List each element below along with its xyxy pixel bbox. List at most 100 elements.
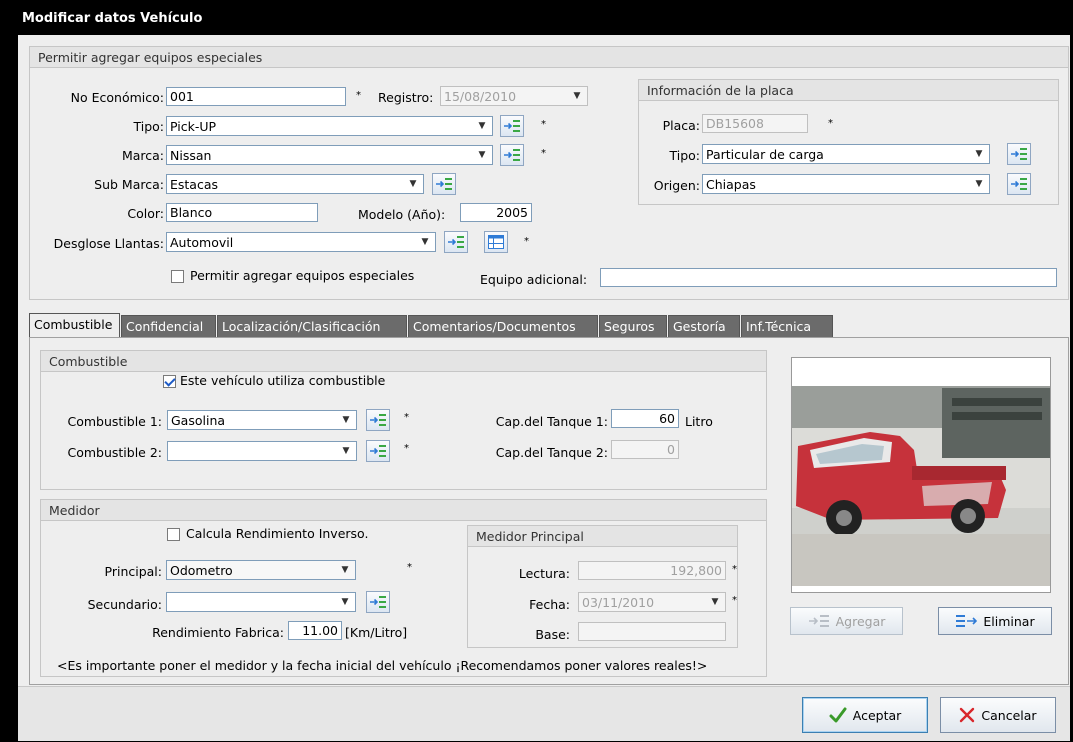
fecha-datepicker[interactable]: 03/11/2010 ▼ bbox=[578, 592, 726, 612]
required-mark: * bbox=[404, 412, 409, 423]
add-catalog-icon bbox=[436, 178, 452, 190]
marca-select[interactable]: Nissan ▼ bbox=[166, 145, 493, 165]
origen-value: Chiapas bbox=[706, 177, 756, 192]
tank1-unit: Litro bbox=[685, 414, 713, 429]
chevron-down-icon: ▼ bbox=[975, 149, 983, 159]
tab-localizacion[interactable]: Localización/Clasificación bbox=[217, 315, 407, 339]
add-catalog-icon bbox=[370, 414, 386, 426]
tank2-label: Cap.del Tanque 2: bbox=[495, 445, 608, 460]
marca-label: Marca: bbox=[121, 148, 164, 163]
chevron-down-icon: ▼ bbox=[409, 179, 417, 189]
llantas-value: Automovil bbox=[170, 235, 234, 250]
principal-label: Principal: bbox=[104, 564, 162, 579]
add-catalog-icon bbox=[1011, 148, 1027, 160]
remove-list-icon bbox=[956, 615, 978, 627]
no-economico-input[interactable]: 001 bbox=[166, 87, 346, 106]
placa-input[interactable]: DB15608 bbox=[702, 114, 808, 133]
cancelar-label: Cancelar bbox=[981, 707, 1037, 723]
submarca-value: Estacas bbox=[170, 177, 219, 192]
medidor-principal-title: Medidor Principal bbox=[476, 529, 584, 544]
eliminar-label: Eliminar bbox=[983, 613, 1035, 629]
agregar-photo-button[interactable]: Agregar bbox=[790, 607, 903, 635]
base-input[interactable] bbox=[578, 622, 726, 641]
add-comb1-button[interactable] bbox=[366, 409, 390, 431]
required-mark: * bbox=[541, 148, 546, 159]
registro-datepicker[interactable]: 15/08/2010 ▼ bbox=[440, 86, 588, 106]
add-submarca-button[interactable] bbox=[432, 173, 456, 195]
equipo-adicional-label: Equipo adicional: bbox=[480, 272, 588, 287]
origen-select[interactable]: Chiapas ▼ bbox=[702, 174, 990, 194]
principal-value: Odometro bbox=[170, 563, 233, 578]
add-secundario-button[interactable] bbox=[366, 591, 390, 613]
tab-inf-tecnica[interactable]: Inf.Técnica bbox=[741, 315, 833, 339]
add-catalog-icon bbox=[504, 149, 520, 161]
principal-select[interactable]: Odometro ▼ bbox=[166, 560, 356, 580]
equipos-checkbox[interactable] bbox=[171, 270, 184, 283]
checkmark-icon bbox=[829, 707, 847, 723]
inverse-checkbox[interactable] bbox=[167, 528, 180, 541]
medidor-principal-header: Medidor Principal bbox=[468, 526, 737, 547]
required-mark: * bbox=[404, 443, 409, 454]
no-economico-label: No Económico: bbox=[70, 90, 164, 105]
tab-combustible[interactable]: Combustible bbox=[29, 313, 120, 339]
chevron-down-icon: ▼ bbox=[711, 597, 719, 607]
submarca-select[interactable]: Estacas ▼ bbox=[166, 174, 424, 194]
equipo-adicional-input[interactable] bbox=[600, 268, 1057, 287]
add-llantas-button[interactable] bbox=[444, 231, 468, 253]
uses-fuel-checkbox[interactable] bbox=[163, 375, 176, 388]
add-catalog-icon bbox=[370, 445, 386, 457]
tab-confidencial[interactable]: Confidencial bbox=[121, 315, 216, 339]
tank1-input[interactable]: 60 bbox=[611, 409, 679, 428]
add-catalog-icon bbox=[504, 120, 520, 132]
tab-seguros[interactable]: Seguros bbox=[599, 315, 667, 339]
add-catalog-icon bbox=[448, 236, 464, 248]
grid-icon bbox=[488, 235, 504, 249]
placa-tipo-label: Tipo: bbox=[669, 148, 700, 163]
vehicle-photo bbox=[791, 357, 1051, 593]
llantas-select[interactable]: Automovil ▼ bbox=[166, 232, 436, 252]
add-origen-button[interactable] bbox=[1007, 173, 1031, 195]
registro-label: Registro: bbox=[378, 90, 434, 105]
tipo-value: Pick-UP bbox=[170, 119, 217, 134]
placa-tipo-select[interactable]: Particular de carga ▼ bbox=[702, 144, 990, 164]
cancelar-button[interactable]: Cancelar bbox=[940, 697, 1056, 733]
tipo-select[interactable]: Pick-UP ▼ bbox=[166, 116, 493, 136]
required-mark: * bbox=[828, 118, 833, 129]
color-input[interactable]: Blanco bbox=[166, 203, 318, 222]
tab-comentarios[interactable]: Comentarios/Documentos bbox=[408, 315, 598, 339]
top-group-title: Permitir agregar equipos especiales bbox=[38, 50, 263, 65]
tank2-input[interactable]: 0 bbox=[611, 440, 679, 459]
lectura-input[interactable]: 192,800 bbox=[578, 561, 726, 580]
comb2-select[interactable]: ▼ bbox=[167, 441, 357, 461]
rendimiento-unit: [Km/Litro] bbox=[345, 625, 408, 640]
secundario-select[interactable]: ▼ bbox=[166, 592, 356, 612]
add-comb2-button[interactable] bbox=[366, 440, 390, 462]
tire-layout-button[interactable] bbox=[484, 231, 508, 253]
modelo-input[interactable]: 2005 bbox=[460, 203, 532, 222]
chevron-down-icon: ▼ bbox=[421, 237, 429, 247]
marca-value: Nissan bbox=[170, 148, 212, 163]
medidor-group-header: Medidor bbox=[41, 500, 766, 521]
add-placa-tipo-button[interactable] bbox=[1007, 143, 1031, 165]
tipo-label: Tipo: bbox=[133, 119, 164, 134]
eliminar-photo-button[interactable]: Eliminar bbox=[938, 607, 1052, 635]
tank1-label: Cap.del Tanque 1: bbox=[495, 414, 608, 429]
chevron-down-icon: ▼ bbox=[341, 565, 349, 575]
tab-gestoria[interactable]: Gestoría bbox=[668, 315, 740, 339]
required-mark: * bbox=[732, 595, 737, 606]
aceptar-label: Aceptar bbox=[852, 707, 902, 723]
chevron-down-icon: ▼ bbox=[573, 91, 581, 101]
required-mark: * bbox=[356, 90, 361, 101]
required-mark: * bbox=[524, 236, 529, 247]
comb1-label: Combustible 1: bbox=[67, 414, 162, 429]
aceptar-button[interactable]: Aceptar bbox=[802, 697, 928, 733]
comb1-select[interactable]: Gasolina ▼ bbox=[167, 410, 357, 430]
base-label: Base: bbox=[535, 627, 570, 642]
llantas-label: Desglose Llantas: bbox=[53, 236, 164, 251]
fecha-value: 03/11/2010 bbox=[582, 595, 655, 610]
add-marca-button[interactable] bbox=[500, 144, 524, 166]
add-tipo-button[interactable] bbox=[500, 115, 524, 137]
rendimiento-input[interactable]: 11.00 bbox=[288, 621, 342, 640]
add-catalog-icon bbox=[1011, 178, 1027, 190]
registro-value: 15/08/2010 bbox=[444, 89, 517, 104]
